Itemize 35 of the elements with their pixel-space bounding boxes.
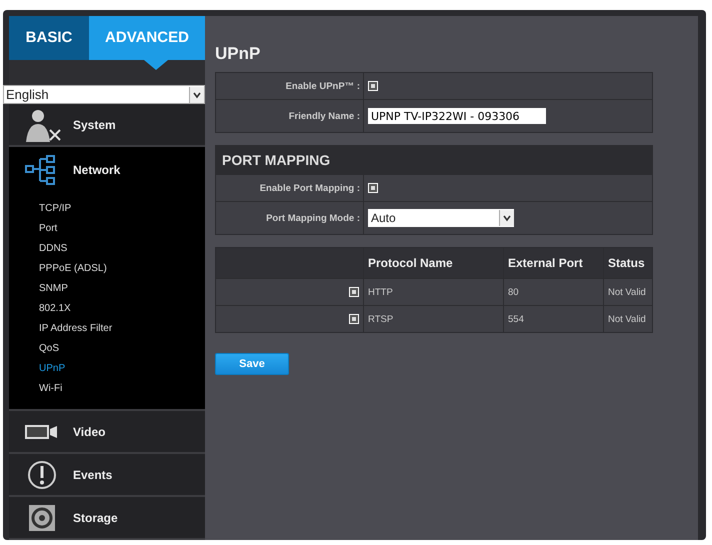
language-select[interactable]: English [3,85,205,104]
checkbox[interactable] [368,183,378,193]
submenu-item[interactable]: PPPoE (ADSL) [39,259,205,279]
menu-item[interactable]: Network [9,147,205,193]
submenu-item[interactable]: DDNS [39,239,205,259]
submenu-item[interactable]: SNMP [39,279,205,299]
field-label: Port Mapping Mode : [216,202,364,234]
checkbox[interactable] [368,81,378,91]
submenu-item[interactable]: 802.1X [39,299,205,319]
caret-icon [189,86,204,103]
submenu-item[interactable]: Port [39,219,205,239]
section-header: PORT MAPPING [216,146,652,174]
caret-icon [499,210,514,226]
tab[interactable]: BASIC [9,16,89,60]
text-field[interactable]: UPNP TV-IP322WI - 093306 [368,108,546,124]
menu-item[interactable]: Events [9,454,205,495]
table-cell: 554 [503,306,603,332]
submenu-item[interactable]: TCP/IP [39,199,205,219]
table-cell: Not Valid [603,306,652,332]
submenu-item[interactable]: IP Address Filter [39,319,205,339]
field-label: Enable UPnP™ : [216,73,364,99]
menu-item[interactable]: System [9,104,205,145]
checkbox[interactable] [349,287,359,297]
table-cell: RTSP [363,306,503,332]
submenu-item[interactable]: Wi-Fi [39,379,205,399]
menu-item[interactable]: Video [9,411,205,452]
checkbox[interactable] [349,314,359,324]
submenu-item[interactable]: UPnP [39,359,205,379]
mode-select[interactable]: Auto [368,209,514,227]
menu-item[interactable]: Storage [9,497,205,538]
field-label: Friendly Name : [216,100,364,132]
pointer-icon [144,60,168,70]
field-label: Enable Port Mapping : [216,175,364,201]
page-title: UPnP [215,44,262,64]
submenu-item[interactable]: QoS [39,339,205,359]
